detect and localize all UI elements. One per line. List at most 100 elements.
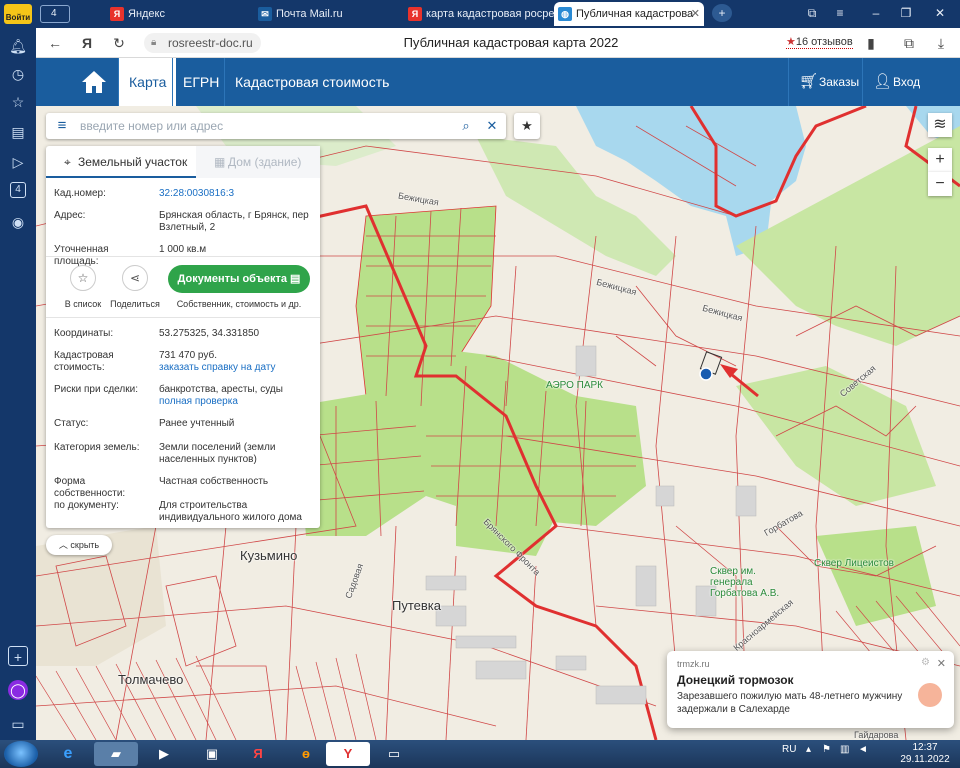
login-button[interactable]: Войти bbox=[4, 4, 32, 24]
zoom-in-icon[interactable]: + bbox=[928, 148, 952, 172]
full-check-link[interactable]: полная проверка bbox=[159, 396, 314, 408]
media-icon[interactable]: ▶ bbox=[142, 742, 186, 766]
tray-flag-icon[interactable]: ⚑ bbox=[822, 744, 831, 755]
add-icon[interactable]: + bbox=[8, 646, 28, 666]
favorite-star-icon[interactable]: ★ bbox=[514, 113, 540, 139]
tray-network-icon[interactable]: ▥ bbox=[840, 744, 849, 755]
restore-icon[interactable]: ❐ bbox=[896, 4, 916, 22]
tab-counter[interactable]: 4 bbox=[40, 5, 70, 23]
clock-time: 12:37 bbox=[912, 742, 938, 753]
close-tab-icon[interactable]: ✕ bbox=[691, 2, 700, 26]
tab-label: Почта Mail.ru bbox=[276, 8, 343, 20]
tab-mail[interactable]: ✉ Почта Mail.ru bbox=[254, 2, 404, 26]
orders-button[interactable]: 🛒︎ Заказы bbox=[788, 58, 869, 106]
cost-order-link[interactable]: заказать справку на дату bbox=[159, 362, 314, 374]
address-key: Адрес: bbox=[54, 210, 86, 221]
address-value: Брянская область, г Брянск, пер Взлетный… bbox=[159, 210, 309, 233]
play-icon[interactable]: ▷ bbox=[8, 152, 28, 172]
label-putevka: Путевка bbox=[392, 598, 441, 613]
yandex-browser-icon[interactable]: Y bbox=[326, 742, 370, 766]
camera-icon[interactable]: ◉ bbox=[8, 212, 28, 232]
tab-land-parcel[interactable]: ⌖ Земельный участок bbox=[46, 146, 196, 178]
tab-label: карта кадастровая росрее bbox=[426, 8, 554, 20]
start-button[interactable] bbox=[4, 741, 38, 767]
language-indicator[interactable]: RU bbox=[782, 744, 796, 755]
home-icon[interactable] bbox=[80, 68, 108, 96]
label-aero: АЭРО ПАРК bbox=[546, 380, 603, 391]
bookmark-icon[interactable]: ▮ bbox=[862, 34, 880, 52]
login-site-button[interactable]: 👤︎ Вход bbox=[862, 58, 960, 106]
document-icon: ▤ bbox=[290, 273, 301, 285]
add-to-list-star-icon[interactable]: ☆ bbox=[70, 265, 96, 291]
tray-arrow-icon[interactable]: ▴ bbox=[806, 744, 811, 755]
globe-icon: ◍ bbox=[558, 7, 572, 21]
close-icon[interactable]: ✕ bbox=[937, 657, 946, 670]
reload-icon[interactable]: ↻ bbox=[110, 34, 128, 52]
new-tab-icon[interactable]: + bbox=[712, 4, 732, 22]
cost-value: 731 470 руб. bbox=[159, 350, 217, 361]
street-label: Гайдарова bbox=[854, 730, 899, 740]
back-icon[interactable]: ← bbox=[46, 34, 64, 52]
panel-icon[interactable]: ▭ bbox=[8, 714, 28, 734]
map-canvas[interactable]: Кузьмино Путевка Толмачево АЭРО ПАРК Скв… bbox=[36, 106, 960, 740]
news-notification[interactable]: trmzk.ru ⚙ ✕ Донецкий тормозок Зарезавше… bbox=[667, 651, 954, 728]
login-site-label: Вход bbox=[893, 75, 921, 89]
mail-icon: ✉ bbox=[258, 7, 272, 21]
bookmark-star-icon[interactable]: ☆ bbox=[8, 92, 28, 112]
chevron-up-icon: ︿ bbox=[58, 540, 68, 550]
url-field[interactable]: 🔒︎ rosreestr-doc.ru bbox=[144, 33, 261, 53]
close-window-icon[interactable]: ✕ bbox=[930, 4, 950, 22]
minimize-icon[interactable]: – bbox=[866, 4, 886, 22]
tab-yandex[interactable]: Я Яндекс bbox=[106, 2, 254, 26]
tab-search[interactable]: Я карта кадастровая росрее bbox=[404, 2, 554, 26]
clear-icon[interactable]: ✕ bbox=[482, 116, 502, 136]
photos-icon[interactable]: ▭ bbox=[372, 742, 416, 766]
history-icon[interactable]: ◷ bbox=[8, 64, 28, 84]
nav-map[interactable]: Карта bbox=[118, 58, 177, 106]
menu-icon[interactable]: ≡ bbox=[52, 116, 72, 136]
cad-number-value[interactable]: 32:28:0030816:3 bbox=[159, 188, 314, 200]
layers-icon[interactable]: ≋ bbox=[928, 113, 952, 137]
reviews-link[interactable]: ★16 отзывов bbox=[786, 35, 853, 49]
settings-icon[interactable]: ⚙ bbox=[921, 657, 930, 668]
bell-icon[interactable]: 🔔︎ bbox=[8, 36, 28, 56]
yandex-taskbar-icon[interactable]: Я bbox=[236, 742, 280, 766]
search-icon[interactable]: ⌕ bbox=[456, 116, 476, 136]
object-documents-button[interactable]: Документы объекта ▤ bbox=[168, 265, 310, 293]
save-icon[interactable]: ▣ bbox=[190, 742, 234, 766]
document-key: по документу: bbox=[54, 500, 119, 511]
clock[interactable]: 12:37 29.11.2022 bbox=[895, 742, 955, 766]
share-icon[interactable]: ⋖ bbox=[122, 265, 148, 291]
risks-value: банкротства, аресты, суды bbox=[159, 384, 283, 395]
area-value: 1 000 кв.м bbox=[159, 244, 207, 255]
menu-icon[interactable]: ≡ bbox=[830, 4, 850, 22]
downloads-icon[interactable]: ⤓ bbox=[932, 34, 950, 52]
nav-egrn[interactable]: ЕГРН bbox=[172, 58, 229, 106]
collections-icon[interactable]: ▤ bbox=[8, 122, 28, 142]
tab-active[interactable]: ◍ Публичная кадастрова ✕ bbox=[554, 2, 704, 26]
category-key: Категория земель: bbox=[54, 442, 140, 453]
alice-icon[interactable]: ◯ bbox=[8, 680, 28, 700]
ie-icon[interactable]: e bbox=[46, 742, 90, 766]
bookmarks-icon[interactable]: ⧉ bbox=[802, 4, 822, 22]
nav-cadastral-value[interactable]: Кадастровая стоимость bbox=[224, 58, 399, 106]
rail-badge[interactable]: 4 bbox=[10, 182, 26, 198]
risks-key: Риски при сделки: bbox=[54, 384, 138, 395]
ok-icon[interactable]: ɵ bbox=[284, 742, 328, 766]
zoom-out-icon[interactable]: − bbox=[928, 172, 952, 196]
page-title: Публичная кадастровая карта 2022 bbox=[403, 35, 619, 50]
search-input[interactable] bbox=[80, 116, 450, 136]
cart-icon: 🛒︎ bbox=[799, 73, 819, 90]
explorer-icon[interactable]: ▰ bbox=[94, 742, 138, 766]
tab-building[interactable]: ▦ Дом (здание) bbox=[196, 146, 320, 178]
tray-volume-icon[interactable]: ◄ bbox=[858, 744, 868, 755]
windows-taskbar: e ▰ ▶ ▣ Я ɵ Y ▭ RU ▴ ⚑ ▥ ◄ 12:37 29.11.20… bbox=[0, 740, 960, 768]
yandex-icon: Я bbox=[408, 7, 422, 21]
extensions-icon[interactable]: ⧉ bbox=[900, 34, 918, 52]
label-square-liceists: Сквер Лицеистов bbox=[814, 558, 894, 569]
pin-icon: ⌖ bbox=[64, 155, 71, 169]
hide-panel-button[interactable]: ︿ скрыть bbox=[46, 535, 112, 555]
site-header: Карта ЕГРН Кадастровая стоимость 🛒︎ Заказ… bbox=[36, 58, 960, 106]
parcel-info-panel: ⌖ Земельный участок ▦ Дом (здание) Кад.ном… bbox=[46, 146, 320, 528]
yandex-logo-icon[interactable]: Я bbox=[78, 34, 96, 52]
